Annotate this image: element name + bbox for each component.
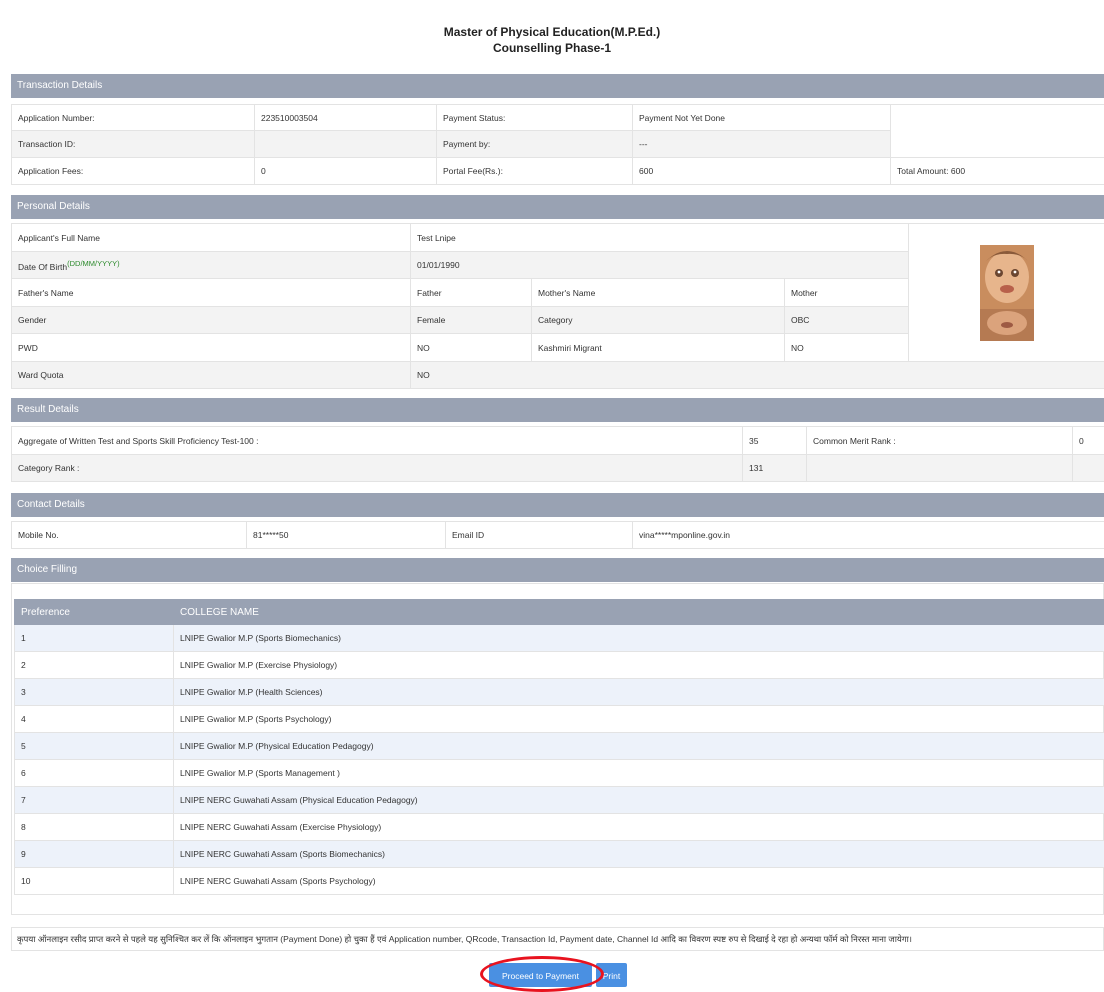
table-row: 10LNIPE NERC Guwahati Assam (Sports Psyc… (15, 868, 1104, 895)
transaction-section-header: Transaction Details (11, 74, 1104, 98)
category-rank-value: 131 (743, 455, 807, 482)
mobile-label: Mobile No. (12, 522, 247, 549)
dob-label-text: Date Of Birth (18, 261, 67, 271)
dob-label: Date Of Birth(DD/MM/YYYY) (12, 252, 411, 279)
portal-fee-label: Portal Fee(Rs.): (437, 158, 633, 185)
pwd-label: PWD (12, 334, 411, 362)
mobile-value: 81*****50 (247, 522, 446, 549)
payment-by-label: Payment by: (437, 131, 633, 158)
common-merit-rank-value: 0 (1073, 427, 1104, 455)
contact-section-header: Contact Details (11, 493, 1104, 517)
college-name: LNIPE Gwalior M.P (Sports Management ) (174, 760, 1104, 787)
father-name-label: Father's Name (12, 279, 411, 307)
application-fees-label: Application Fees: (12, 158, 255, 185)
page-title: Master of Physical Education(M.P.Ed.) Co… (0, 24, 1104, 56)
full-name-value: Test Lnipe (411, 224, 909, 252)
college-name: LNIPE Gwalior M.P (Sports Biomechanics) (174, 625, 1104, 652)
preference-number: 2 (15, 652, 174, 679)
preference-number: 6 (15, 760, 174, 787)
choice-section-header: Choice Filling (11, 558, 1104, 582)
application-number-value: 223510003504 (255, 105, 437, 131)
kashmiri-migrant-value: NO (785, 334, 909, 362)
portal-fee-value: 600 (633, 158, 891, 185)
transaction-table: Application Number: 223510003504 Payment… (11, 104, 1104, 185)
personal-table: Applicant's Full Name Test Lnipe Date Of… (11, 223, 1104, 389)
gender-label: Gender (12, 307, 411, 334)
table-row: 7LNIPE NERC Guwahati Assam (Physical Edu… (15, 787, 1104, 814)
payment-status-label: Payment Status: (437, 105, 633, 131)
table-row: 2LNIPE Gwalior M.P (Exercise Physiology) (15, 652, 1104, 679)
payment-by-value: --- (633, 131, 891, 158)
mother-name-label: Mother's Name (532, 279, 785, 307)
college-name: LNIPE NERC Guwahati Assam (Sports Psycho… (174, 868, 1104, 895)
preference-number: 3 (15, 679, 174, 706)
dob-value: 01/01/1990 (411, 252, 909, 279)
college-name: LNIPE NERC Guwahati Assam (Sports Biomec… (174, 841, 1104, 868)
application-fees-value: 0 (255, 158, 437, 185)
table-row: 9LNIPE NERC Guwahati Assam (Sports Biome… (15, 841, 1104, 868)
table-row: 6LNIPE Gwalior M.P (Sports Management ) (15, 760, 1104, 787)
college-name: LNIPE Gwalior M.P (Health Sciences) (174, 679, 1104, 706)
page-subtitle: Counselling Phase-1 (0, 40, 1104, 56)
payment-status-value: Payment Not Yet Done (633, 105, 891, 131)
blank-cell (891, 105, 1104, 158)
dob-format-hint: (DD/MM/YYYY) (67, 259, 120, 268)
table-row: 1LNIPE Gwalior M.P (Sports Biomechanics) (15, 625, 1104, 652)
full-name-label: Applicant's Full Name (12, 224, 411, 252)
college-name: LNIPE NERC Guwahati Assam (Exercise Phys… (174, 814, 1104, 841)
table-row: 5LNIPE Gwalior M.P (Physical Education P… (15, 733, 1104, 760)
pwd-value: NO (411, 334, 532, 362)
preference-number: 4 (15, 706, 174, 733)
father-name-value: Father (411, 279, 532, 307)
preference-column-header: Preference (15, 600, 174, 625)
college-name-column-header: COLLEGE NAME (174, 600, 1104, 625)
ward-quota-value: NO (411, 362, 1104, 389)
page-title-main: Master of Physical Education(M.P.Ed.) (0, 24, 1104, 40)
mother-name-value: Mother (785, 279, 909, 307)
transaction-id-value (255, 131, 437, 158)
gender-value: Female (411, 307, 532, 334)
table-row: 3LNIPE Gwalior M.P (Health Sciences) (15, 679, 1104, 706)
table-row: 8LNIPE NERC Guwahati Assam (Exercise Phy… (15, 814, 1104, 841)
preference-table: Preference COLLEGE NAME 1LNIPE Gwalior M… (14, 599, 1104, 895)
application-number-label: Application Number: (12, 105, 255, 131)
result-section-header: Result Details (11, 398, 1104, 422)
preference-number: 10 (15, 868, 174, 895)
college-name: LNIPE Gwalior M.P (Exercise Physiology) (174, 652, 1104, 679)
contact-table: Mobile No. 81*****50 Email ID vina*****m… (11, 521, 1104, 549)
college-name: LNIPE NERC Guwahati Assam (Physical Educ… (174, 787, 1104, 814)
personal-section-header: Personal Details (11, 195, 1104, 219)
preference-number: 9 (15, 841, 174, 868)
transaction-id-label: Transaction ID: (12, 131, 255, 158)
blank-cell (807, 455, 1073, 482)
ward-quota-label: Ward Quota (12, 362, 411, 389)
common-merit-rank-label: Common Merit Rank : (807, 427, 1073, 455)
kashmiri-migrant-label: Kashmiri Migrant (532, 334, 785, 362)
college-name: LNIPE Gwalior M.P (Physical Education Pe… (174, 733, 1104, 760)
payment-notice: कृपया ऑनलाइन रसीद प्राप्त करने से पहले य… (11, 927, 1104, 951)
category-value: OBC (785, 307, 909, 334)
email-value: vina*****mponline.gov.in (633, 522, 1104, 549)
preference-number: 8 (15, 814, 174, 841)
applicant-photo (980, 245, 1034, 341)
email-label: Email ID (446, 522, 633, 549)
college-name: LNIPE Gwalior M.P (Sports Psychology) (174, 706, 1104, 733)
preference-number: 5 (15, 733, 174, 760)
table-row: 4LNIPE Gwalior M.P (Sports Psychology) (15, 706, 1104, 733)
aggregate-label: Aggregate of Written Test and Sports Ski… (12, 427, 743, 455)
category-rank-label: Category Rank : (12, 455, 743, 482)
category-label: Category (532, 307, 785, 334)
preference-number: 7 (15, 787, 174, 814)
aggregate-value: 35 (743, 427, 807, 455)
blank-cell (1073, 455, 1104, 482)
preference-number: 1 (15, 625, 174, 652)
total-amount: Total Amount: 600 (891, 158, 1104, 185)
result-table: Aggregate of Written Test and Sports Ski… (11, 426, 1104, 482)
photo-cell (909, 224, 1104, 362)
